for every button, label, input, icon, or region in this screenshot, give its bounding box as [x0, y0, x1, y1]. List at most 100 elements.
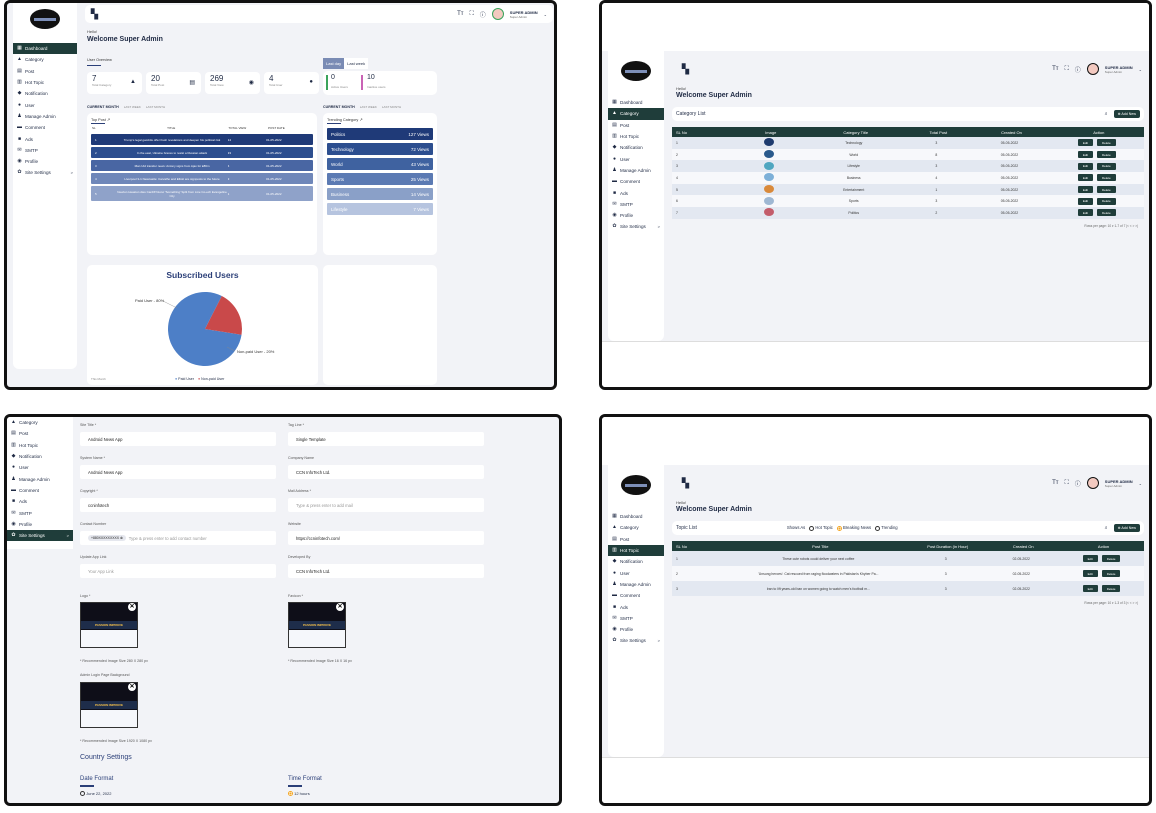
info-icon[interactable]: ⓘ	[480, 10, 486, 19]
edit-button[interactable]: Edit	[1082, 570, 1098, 577]
delete-button[interactable]: Delete	[1097, 162, 1116, 170]
info-icon[interactable]: ⓘ	[1075, 479, 1081, 488]
option-breaking-news[interactable]: Breaking News	[836, 525, 871, 531]
sidebar-item-ads[interactable]: ■ Ads	[608, 601, 664, 612]
grid-menu-icon[interactable]: ▚	[682, 478, 689, 489]
avatar[interactable]	[1086, 477, 1099, 489]
delete-button[interactable]: Delete	[1101, 570, 1121, 577]
delete-button[interactable]: Delete	[1101, 555, 1121, 562]
sidebar-item-post[interactable]: ▤ Post	[608, 534, 664, 545]
fullscreen-icon[interactable]: ⛶	[1065, 480, 1069, 487]
sidebar-item-manage-admin[interactable]: ♟ Manage Admin	[608, 579, 664, 590]
sidebar-item-post[interactable]: ▤ Post	[608, 120, 664, 131]
copyright-input[interactable]: ccninfotech	[80, 498, 276, 512]
tab-last-week[interactable]: Last week	[344, 58, 369, 69]
sidebar-item-notification[interactable]: ◆ Notification	[7, 451, 73, 462]
option-hot-topic[interactable]: Hot Topic	[809, 525, 833, 531]
delete-button[interactable]: Delete	[1097, 186, 1116, 194]
add-new-button[interactable]: ⊕ Add New	[1113, 110, 1140, 118]
sidebar-item-smtp[interactable]: ✉ SMTP	[13, 145, 77, 156]
sidebar-item-comment[interactable]: ▬ Comment	[7, 485, 73, 496]
sidebar-item-manage-admin[interactable]: ♟ Manage Admin	[608, 165, 664, 176]
trending-item[interactable]: Lifestyle 7 Views	[327, 203, 433, 215]
admin-block[interactable]: SUPER ADMIN Super Admin	[1105, 65, 1133, 74]
sidebar-item-site-settings[interactable]: ✿ Site Settings >	[608, 635, 664, 646]
sidebar-item-ads[interactable]: ■ Ads	[13, 133, 77, 144]
delete-button[interactable]: Delete	[1097, 139, 1116, 147]
website-input[interactable]: https://ccninfotech.com/	[288, 531, 484, 545]
sidebar-item-manage-admin[interactable]: ♟ Manage Admin	[7, 473, 73, 484]
sidebar-item-profile[interactable]: ◉ Profile	[7, 519, 73, 530]
sidebar-item-ads[interactable]: ■ Ads	[7, 496, 73, 507]
sidebar-item-notification[interactable]: ◆ Notification	[13, 88, 77, 99]
add-new-button[interactable]: ⊕ Add New	[1113, 524, 1140, 532]
sidebar-item-site-settings[interactable]: ✿ Site Settings >	[13, 167, 77, 178]
edit-button[interactable]: Edit	[1082, 555, 1098, 562]
delete-button[interactable]: Delete	[1097, 151, 1116, 159]
search-icon[interactable]: ⌕	[1105, 525, 1108, 531]
sidebar-item-user[interactable]: ● User	[13, 99, 77, 110]
sidebar-item-notification[interactable]: ◆ Notification	[608, 556, 664, 567]
delete-button[interactable]: Delete	[1097, 209, 1116, 217]
text-size-icon[interactable]: Tт	[1052, 480, 1058, 486]
grid-menu-icon[interactable]: ▚	[91, 9, 98, 20]
sidebar-item-category[interactable]: ▲ Category	[608, 108, 664, 120]
fullscreen-icon[interactable]: ⛶	[470, 11, 474, 18]
filter-last-week[interactable]: LAST WEEK	[124, 105, 141, 109]
option-trending[interactable]: Trending	[875, 525, 898, 531]
chevron-down-icon[interactable]: ⌄	[544, 12, 547, 17]
delete-button[interactable]: Delete	[1097, 197, 1116, 205]
close-icon[interactable]: ✕	[128, 603, 136, 611]
sidebar-item-site-settings[interactable]: ✿ Site Settings >	[7, 529, 73, 542]
sidebar-item-category[interactable]: ▲ Category	[7, 417, 73, 428]
sidebar-item-comment[interactable]: ▬ Comment	[608, 176, 664, 187]
trending-item[interactable]: Politics 127 Views	[327, 128, 433, 140]
tag-line-input[interactable]: Single Template	[288, 432, 484, 446]
edit-button[interactable]: Edit	[1077, 139, 1094, 147]
grid-menu-icon[interactable]: ▚	[682, 64, 689, 75]
delete-button[interactable]: Delete	[1101, 585, 1121, 592]
sidebar-item-dashboard[interactable]: ▦ Dashboard	[608, 511, 664, 522]
delete-button[interactable]: Delete	[1097, 174, 1116, 182]
sidebar-item-profile[interactable]: ◉ Profile	[608, 210, 664, 221]
filter-last-week-right[interactable]: LAST WEEK	[360, 105, 377, 109]
admin-block[interactable]: SUPER ADMIN Super Admin	[1105, 479, 1133, 488]
sidebar-item-smtp[interactable]: ✉ SMTP	[608, 613, 664, 624]
text-size-icon[interactable]: Tт	[1052, 66, 1058, 72]
trending-item[interactable]: Business 14 Views	[327, 188, 433, 200]
table-row[interactable]: 4 Liverpool 3-1 Newcastle: Carvalho and E…	[91, 173, 313, 184]
chevron-down-icon[interactable]: ⌄	[1139, 67, 1142, 72]
contact-number-input[interactable]: +880XXXXXXXXX ⊗ Type & press enter to add…	[80, 531, 276, 545]
time-format-option[interactable]: 12 hours	[288, 791, 310, 797]
search-icon[interactable]: ⌕	[1105, 111, 1108, 117]
sidebar-item-smtp[interactable]: ✉ SMTP	[7, 507, 73, 518]
close-icon[interactable]: ✕	[128, 683, 136, 691]
sidebar-item-hot-topic[interactable]: ▥ Hot Topic	[7, 440, 73, 451]
edit-button[interactable]: Edit	[1077, 151, 1094, 159]
info-icon[interactable]: ⓘ	[1075, 65, 1081, 74]
edit-button[interactable]: Edit	[1077, 197, 1094, 205]
pagination[interactable]: Rows per page: 10 ▾ 1-3 of 3 |< < > >|	[672, 596, 1144, 610]
sidebar-item-hot-topic[interactable]: ▥ Hot Topic	[608, 131, 664, 142]
sidebar-item-dashboard[interactable]: ▦ Dashboard	[608, 97, 664, 108]
admin-block[interactable]: SUPER ADMIN Super Admin	[510, 10, 538, 19]
edit-button[interactable]: Edit	[1077, 174, 1094, 182]
sidebar-item-comment[interactable]: ▬ Comment	[13, 122, 77, 133]
system-name-input[interactable]: Android News App	[80, 465, 276, 479]
sidebar-item-user[interactable]: ● User	[7, 462, 73, 473]
sidebar-item-smtp[interactable]: ✉ SMTP	[608, 199, 664, 210]
date-format-option[interactable]: June 22, 2022	[80, 791, 111, 797]
contact-chip[interactable]: +880XXXXXXXXX ⊗	[88, 535, 126, 541]
filter-last-month[interactable]: LAST MONTH	[146, 105, 165, 109]
filter-current-month[interactable]: CURRENT MONTH	[87, 105, 119, 109]
developed-by-input[interactable]: CCN InfoTech Ltd.	[288, 564, 484, 578]
sidebar-item-profile[interactable]: ◉ Profile	[13, 156, 77, 167]
filter-last-month-right[interactable]: LAST MONTH	[382, 105, 401, 109]
chevron-down-icon[interactable]: ⌄	[1139, 481, 1142, 486]
edit-button[interactable]: Edit	[1077, 186, 1094, 194]
sidebar-item-category[interactable]: ▲ Category	[608, 522, 664, 533]
table-row[interactable]: 1 Trump's legal gambits offer fresh revel…	[91, 134, 313, 145]
table-row[interactable]: 2 In the east, Ukraine braces to resist a…	[91, 147, 313, 158]
sidebar-item-dashboard[interactable]: ▦ Dashboard	[13, 43, 77, 55]
avatar[interactable]	[491, 8, 504, 20]
